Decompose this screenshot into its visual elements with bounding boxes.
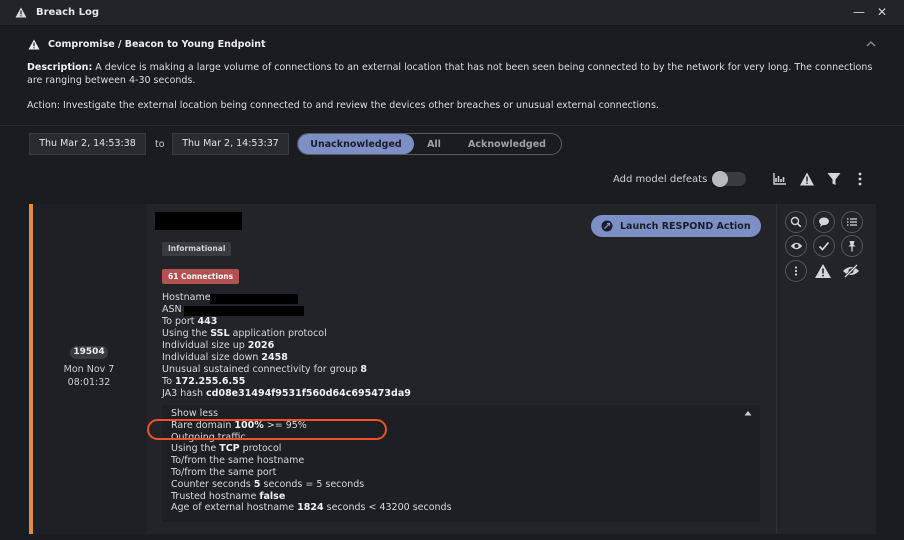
window-titlebar: Breach Log — ✕ (0, 0, 904, 26)
hostname-age-row: Age of external hostname 1824 seconds < … (171, 502, 452, 514)
tcp-row: Using the TCP protocol (171, 443, 452, 455)
size-down-row: Individual size down 2458 (162, 352, 411, 364)
chart-icon[interactable] (772, 171, 788, 187)
ssl-value: SSL (210, 328, 230, 339)
description-label: Description: (27, 62, 93, 73)
search-icon[interactable] (785, 211, 807, 233)
warning-icon (15, 7, 27, 18)
unusual-value: 8 (360, 364, 367, 375)
add-model-defeats-label: Add model defeats (613, 174, 708, 185)
model-description: Description: A device is making a large … (27, 61, 877, 87)
same-hostname-row: To/from the same hostname (171, 455, 305, 467)
close-icon[interactable]: ✕ (875, 5, 889, 19)
toggle-knob (712, 171, 728, 187)
trusted-hostname-row: Trusted hostname false (171, 491, 452, 503)
filter-acknowledged-tab[interactable]: Acknowledged (454, 134, 560, 154)
tcp-value: TCP (219, 443, 240, 455)
destination-ip[interactable]: 172.255.6.55 (175, 376, 245, 387)
breach-id-badge[interactable]: 19504 (70, 346, 108, 359)
unusual-connectivity-row: Unusual sustained connectivity for group… (162, 364, 411, 376)
minimize-icon[interactable]: — (852, 5, 866, 19)
checkmark-icon[interactable] (813, 235, 835, 257)
date-from-field[interactable]: Thu Mar 2, 14:53:38 (29, 133, 146, 155)
tcp-prefix: Using the (171, 443, 220, 455)
pin-icon[interactable] (841, 235, 863, 257)
destination-label: To (162, 376, 176, 387)
ssl-prefix: Using the (162, 328, 211, 339)
model-header: Compromise / Beacon to Young Endpoint De… (12, 33, 892, 125)
unusual-label: Unusual sustained connectivity for group (162, 364, 361, 375)
size-up-value: 2026 (247, 340, 275, 351)
filter-all-tab[interactable]: All (414, 134, 454, 154)
ja3-label: JA3 hash (162, 388, 207, 399)
filter-unacknowledged-tab[interactable]: Unacknowledged (298, 134, 414, 154)
counter-seconds-row: Counter seconds 5 seconds = 5 seconds (171, 479, 452, 491)
comment-icon[interactable] (813, 211, 835, 233)
port-value: 443 (197, 316, 218, 327)
age-label: Age of external hostname (171, 502, 298, 514)
size-up-label: Individual size up (162, 340, 248, 351)
tcp-suffix: protocol (239, 443, 282, 455)
date-to-field[interactable]: Thu Mar 2, 14:53:37 (172, 133, 289, 155)
window-title: Breach Log (36, 7, 100, 18)
acknowledgement-filter: Unacknowledged All Acknowledged (297, 133, 562, 155)
trusted-label: Trusted hostname (171, 490, 260, 502)
respond-button-label: Launch RESPOND Action (620, 220, 751, 232)
redacted-device-name (155, 212, 242, 230)
add-model-defeats-toggle[interactable] (712, 171, 746, 187)
date-range-separator: to (155, 139, 165, 150)
connections-badge: 61 Connections (162, 269, 240, 284)
same-port-row: To/from the same port (171, 466, 277, 478)
eye-icon[interactable] (785, 235, 807, 257)
age-suffix: seconds < 43200 seconds (323, 502, 452, 514)
warning-icon (28, 39, 40, 50)
respond-icon (601, 220, 613, 232)
age-value: 1824 (297, 502, 324, 514)
description-text: A device is making a large volume of con… (27, 62, 873, 86)
filter-icon[interactable] (826, 171, 842, 187)
hostname-label: Hostname (162, 292, 211, 303)
ja3-row: JA3 hash cd08e31494f9531f560d64c695473da… (162, 388, 411, 400)
asn-label: ASN (162, 304, 182, 315)
port-row: To port 443 (162, 316, 411, 328)
redacted-hostname (210, 294, 298, 304)
severity-badge: Informational (162, 242, 232, 256)
ja3-value: cd08e31494f9531f560d64c695473da9 (206, 388, 411, 399)
size-down-value: 2458 (261, 352, 288, 363)
breach-time: 08:01:32 (67, 377, 111, 388)
launch-respond-action-button[interactable]: Launch RESPOND Action (591, 215, 761, 237)
breach-timestamp: Mon Nov 7 08:01:32 (48, 363, 130, 389)
caret-up-icon[interactable] (744, 410, 752, 416)
more-vertical-icon[interactable] (785, 260, 807, 282)
warning-icon[interactable] (813, 262, 833, 280)
counter-suffix: seconds = 5 seconds (260, 478, 365, 490)
divider (0, 125, 904, 126)
size-down-label: Individual size down (162, 352, 262, 363)
breach-date: Mon Nov 7 (63, 364, 115, 375)
warning-icon[interactable] (799, 171, 815, 187)
ssl-suffix: application protocol (229, 328, 327, 339)
size-up-row: Individual size up 2026 (162, 340, 411, 352)
trusted-value: false (259, 490, 286, 502)
counter-label: Counter seconds (171, 478, 254, 490)
chevron-up-icon[interactable] (864, 38, 878, 50)
more-vertical-icon[interactable] (852, 171, 868, 187)
model-name: Compromise / Beacon to Young Endpoint (48, 39, 266, 50)
destination-row: To 172.255.6.55 (162, 376, 411, 388)
model-action: Action: Investigate the external locatio… (27, 100, 659, 111)
port-label: To port (162, 316, 198, 327)
highlight-annotation (147, 419, 387, 440)
redacted-asn (184, 306, 304, 316)
hide-icon[interactable] (841, 262, 861, 280)
ssl-row: Using the SSL application protocol (162, 328, 411, 340)
list-icon[interactable] (841, 211, 863, 233)
